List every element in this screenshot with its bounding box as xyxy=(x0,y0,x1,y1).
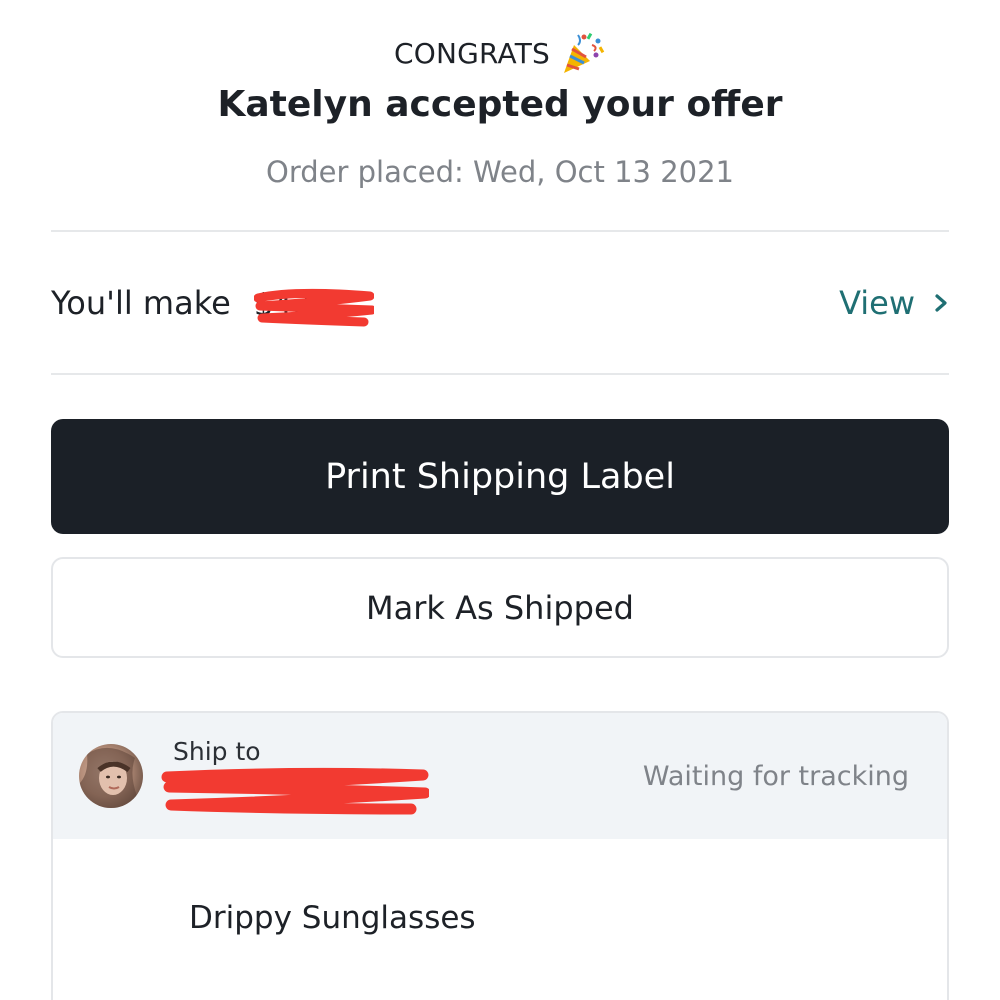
tracking-status: Waiting for tracking xyxy=(642,761,909,792)
print-shipping-label-text: Print Shipping Label xyxy=(325,456,675,497)
ship-to-label: Ship to xyxy=(173,737,261,766)
mark-as-shipped-button[interactable]: Mark As Shipped xyxy=(51,557,949,658)
earnings-row: You'll make $4.55 View xyxy=(51,270,949,340)
party-popper-icon xyxy=(564,32,605,73)
offer-accepted-title: Katelyn accepted your offer xyxy=(217,84,783,125)
redaction-scribble xyxy=(161,767,429,815)
earnings-label: You'll make xyxy=(51,284,231,322)
divider xyxy=(51,373,949,375)
redaction-scribble xyxy=(254,288,374,327)
avatar[interactable] xyxy=(79,744,143,808)
divider xyxy=(51,230,949,232)
shipping-card: Ship to Waiting for tracking Drippy Sung… xyxy=(51,711,949,1000)
print-shipping-label-button[interactable]: Print Shipping Label xyxy=(51,419,949,534)
view-earnings-link[interactable]: View xyxy=(839,284,949,322)
congrats-banner: CONGRATS xyxy=(0,26,1000,80)
item-name: Drippy Sunglasses xyxy=(189,900,476,936)
avatar-photo xyxy=(79,747,143,808)
shipping-card-header: Ship to Waiting for tracking xyxy=(53,713,947,839)
congrats-label: CONGRATS xyxy=(393,36,550,70)
order-date: Order placed: Wed, Oct 13 2021 xyxy=(266,155,734,189)
mark-as-shipped-text: Mark As Shipped xyxy=(366,588,634,627)
chevron-right-icon xyxy=(935,294,947,312)
view-label: View xyxy=(839,284,915,322)
